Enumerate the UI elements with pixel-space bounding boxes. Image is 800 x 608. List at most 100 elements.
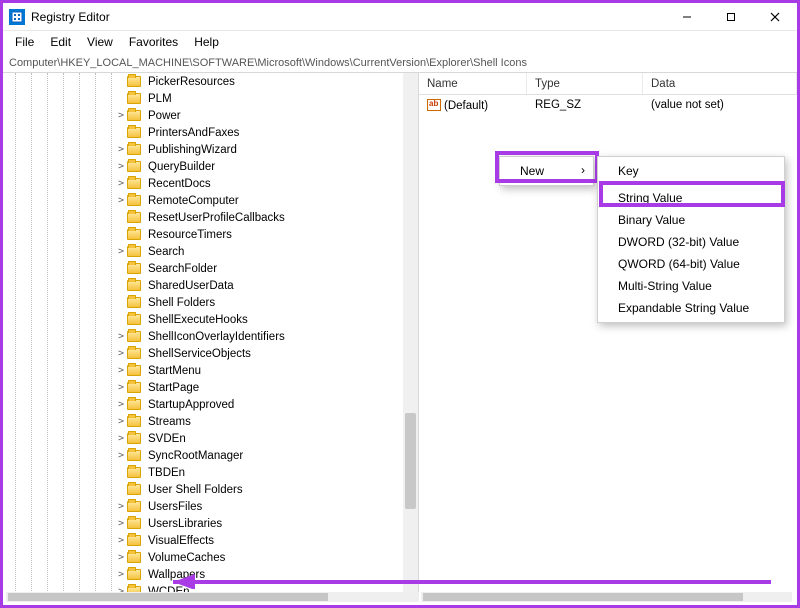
- ctx-key[interactable]: Key: [600, 160, 782, 182]
- tree-item[interactable]: >PLM: [3, 90, 418, 107]
- tree-item-label: VisualEffects: [146, 535, 216, 547]
- tree-item-label: PLM: [146, 93, 174, 105]
- tree-item-label: TBDEn: [146, 467, 187, 479]
- tree-scrollbar[interactable]: [403, 73, 418, 595]
- tree-item[interactable]: >PickerResources: [3, 73, 418, 90]
- tree-item[interactable]: >TBDEn: [3, 464, 418, 481]
- menu-help[interactable]: Help: [186, 33, 227, 51]
- tree-item-label: QueryBuilder: [146, 161, 217, 173]
- tree-item[interactable]: >SharedUserData: [3, 277, 418, 294]
- ctx-new[interactable]: New: [502, 160, 591, 182]
- chevron-icon[interactable]: >: [115, 501, 127, 512]
- tree-hscroll[interactable]: [6, 592, 419, 602]
- chevron-icon[interactable]: >: [115, 535, 127, 546]
- ctx-expandablestring-value[interactable]: Expandable String Value: [600, 297, 782, 319]
- chevron-icon[interactable]: >: [115, 195, 127, 206]
- chevron-icon[interactable]: >: [115, 433, 127, 444]
- folder-icon: [127, 229, 141, 240]
- tree-item-label: PickerResources: [146, 76, 237, 88]
- value-name: (Default): [419, 99, 527, 112]
- tree-item[interactable]: >SVDEn: [3, 430, 418, 447]
- ctx-binary-value[interactable]: Binary Value: [600, 209, 782, 231]
- menu-favorites[interactable]: Favorites: [121, 33, 186, 51]
- tree-item[interactable]: > RemoteComputer: [3, 192, 418, 209]
- chevron-icon[interactable]: >: [115, 161, 127, 172]
- tree-item[interactable]: >Power: [3, 107, 418, 124]
- tree-item[interactable]: > QueryBuilder: [3, 158, 418, 175]
- chevron-icon[interactable]: >: [115, 331, 127, 342]
- tree-item-label: RemoteComputer: [146, 195, 241, 207]
- folder-icon: [127, 501, 141, 512]
- folder-icon: [127, 331, 141, 342]
- value-data: (value not set): [643, 99, 797, 111]
- tree-item[interactable]: > Wallpapers: [3, 566, 418, 583]
- menu-file[interactable]: File: [7, 33, 42, 51]
- ctx-qword-value[interactable]: QWORD (64-bit) Value: [600, 253, 782, 275]
- chevron-icon[interactable]: >: [115, 518, 127, 529]
- tree-item[interactable]: >ResetUserProfileCallbacks: [3, 209, 418, 226]
- tree-hscroll-thumb[interactable]: [8, 593, 328, 601]
- tree-item[interactable]: >VolumeCaches: [3, 549, 418, 566]
- tree-item[interactable]: >SearchFolder: [3, 260, 418, 277]
- chevron-icon[interactable]: >: [115, 144, 127, 155]
- tree-item[interactable]: > StartPage: [3, 379, 418, 396]
- chevron-icon[interactable]: >: [115, 450, 127, 461]
- chevron-icon[interactable]: >: [115, 365, 127, 376]
- menu-edit[interactable]: Edit: [42, 33, 79, 51]
- chevron-icon[interactable]: >: [115, 569, 127, 580]
- tree-item[interactable]: >StartMenu: [3, 362, 418, 379]
- chevron-icon[interactable]: >: [115, 399, 127, 410]
- tree-scroll-thumb[interactable]: [405, 413, 416, 509]
- chevron-icon[interactable]: >: [115, 382, 127, 393]
- value-row[interactable]: (Default) REG_SZ (value not set): [419, 95, 797, 115]
- tree-item[interactable]: >User Shell Folders: [3, 481, 418, 498]
- folder-icon: [127, 246, 141, 257]
- tree-item[interactable]: > Streams: [3, 413, 418, 430]
- folder-icon: [127, 348, 141, 359]
- tree-item[interactable]: > StartupApproved: [3, 396, 418, 413]
- tree-item[interactable]: >UsersLibraries: [3, 515, 418, 532]
- menu-view[interactable]: View: [79, 33, 121, 51]
- tree-item-label: PublishingWizard: [146, 144, 239, 156]
- tree-item[interactable]: >RecentDocs: [3, 175, 418, 192]
- chevron-icon[interactable]: >: [115, 246, 127, 257]
- tree-item-label: StartupApproved: [146, 399, 236, 411]
- tree-item-label: UsersFiles: [146, 501, 204, 513]
- tree-item[interactable]: >ShellExecuteHooks: [3, 311, 418, 328]
- tree-item-label: StartPage: [146, 382, 201, 394]
- tree-pane[interactable]: >PickerResources>PLM>Power>PrintersAndFa…: [3, 73, 419, 595]
- tree-item[interactable]: >Shell Folders: [3, 294, 418, 311]
- chevron-icon[interactable]: >: [115, 416, 127, 427]
- tree-item[interactable]: > PublishingWizard: [3, 141, 418, 158]
- col-header-name[interactable]: Name: [419, 73, 527, 94]
- col-header-type[interactable]: Type: [527, 73, 643, 94]
- value-type: REG_SZ: [527, 99, 643, 111]
- chevron-icon[interactable]: >: [115, 348, 127, 359]
- address-bar[interactable]: Computer\HKEY_LOCAL_MACHINE\SOFTWARE\Mic…: [3, 53, 797, 73]
- tree-item-label: Wallpapers: [146, 569, 207, 581]
- chevron-icon[interactable]: >: [115, 552, 127, 563]
- ctx-dword-value[interactable]: DWORD (32-bit) Value: [600, 231, 782, 253]
- ctx-multistring-value[interactable]: Multi-String Value: [600, 275, 782, 297]
- tree-item[interactable]: >SyncRootManager: [3, 447, 418, 464]
- tree-item[interactable]: >ShellServiceObjects: [3, 345, 418, 362]
- values-hscroll-thumb[interactable]: [423, 593, 743, 601]
- context-submenu-new: Key String Value Binary Value DWORD (32-…: [597, 156, 785, 323]
- minimize-button[interactable]: [665, 3, 709, 31]
- values-pane[interactable]: Name Type Data (Default) REG_SZ (value n…: [419, 73, 797, 595]
- tree-item[interactable]: >Search: [3, 243, 418, 260]
- tree-item-label: Streams: [146, 416, 193, 428]
- values-hscroll[interactable]: [421, 592, 792, 602]
- close-button[interactable]: [753, 3, 797, 31]
- chevron-icon[interactable]: >: [115, 178, 127, 189]
- ctx-string-value[interactable]: String Value: [600, 187, 782, 209]
- col-header-data[interactable]: Data: [643, 73, 797, 94]
- chevron-icon[interactable]: >: [115, 110, 127, 121]
- tree-item[interactable]: > VisualEffects: [3, 532, 418, 549]
- maximize-button[interactable]: [709, 3, 753, 31]
- tree-item[interactable]: > UsersFiles: [3, 498, 418, 515]
- tree-item[interactable]: >PrintersAndFaxes: [3, 124, 418, 141]
- tree-item[interactable]: >ResourceTimers: [3, 226, 418, 243]
- tree-item[interactable]: >ShellIconOverlayIdentifiers: [3, 328, 418, 345]
- folder-icon: [127, 416, 141, 427]
